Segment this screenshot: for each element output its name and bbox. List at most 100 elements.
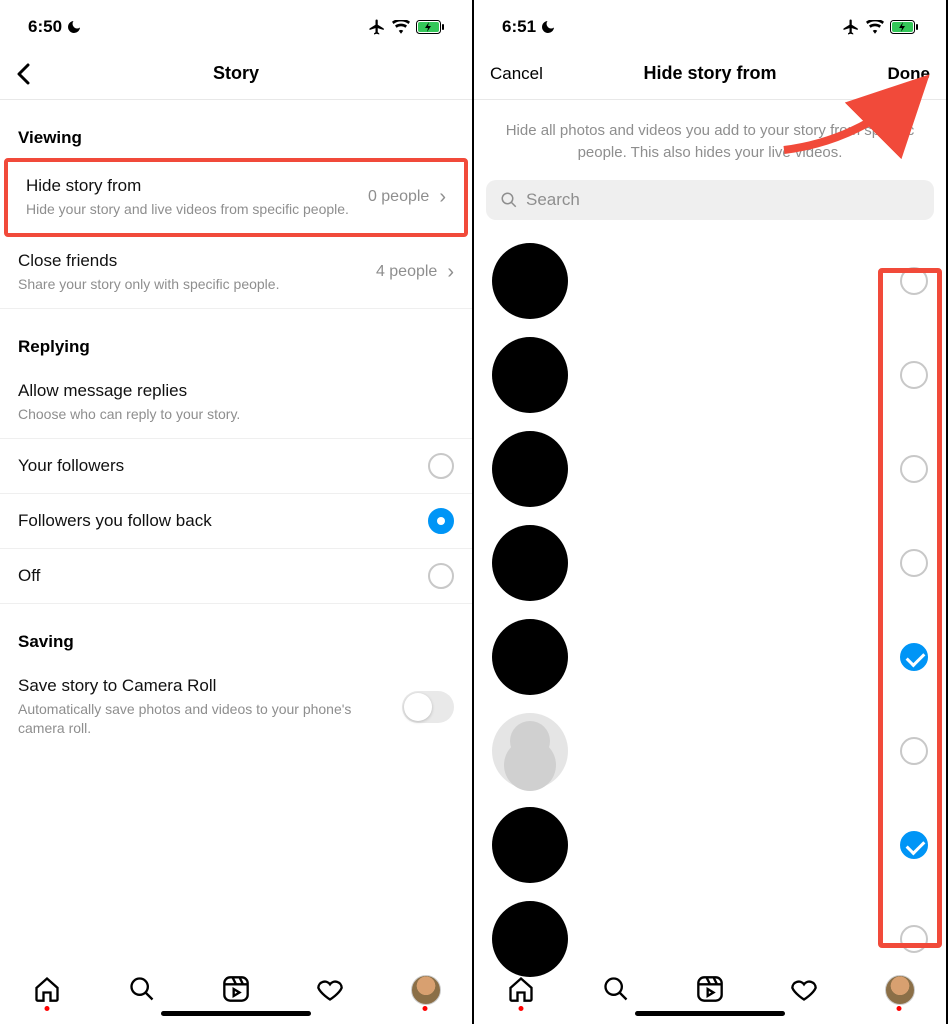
wifi-icon [392, 20, 410, 34]
nav-header: Story [0, 48, 472, 100]
section-saving-heading: Saving [0, 604, 472, 662]
battery-icon [890, 20, 918, 34]
allow-replies-title: Allow message replies [18, 381, 454, 401]
allow-replies-row: Allow message replies Choose who can rep… [0, 367, 472, 439]
checkbox-icon[interactable] [900, 831, 928, 859]
user-row[interactable] [474, 798, 946, 892]
status-icons [368, 18, 444, 36]
tab-activity[interactable] [790, 975, 818, 1003]
tab-profile[interactable] [885, 975, 913, 1003]
wifi-icon [866, 20, 884, 34]
reply-option-off[interactable]: Off [0, 549, 472, 604]
avatar [492, 431, 568, 507]
checkbox-icon[interactable] [900, 549, 928, 577]
avatar [492, 807, 568, 883]
profile-avatar-icon [885, 975, 915, 1005]
clock-text: 6:51 [502, 17, 536, 37]
status-time: 6:50 [28, 17, 82, 37]
user-row[interactable] [474, 328, 946, 422]
description-text: Hide all photos and videos you add to yo… [474, 100, 946, 180]
hide-story-from-row[interactable]: Hide story from Hide your story and live… [8, 162, 464, 233]
chevron-right-icon: › [447, 261, 454, 284]
status-bar: 6:51 [474, 0, 946, 48]
tab-home[interactable] [507, 975, 535, 1003]
highlight-box: Hide story from Hide your story and live… [4, 158, 468, 237]
checkbox-icon[interactable] [900, 643, 928, 671]
tab-home[interactable] [33, 975, 61, 1003]
notification-dot [45, 1006, 50, 1011]
avatar [492, 619, 568, 695]
status-time: 6:51 [502, 17, 556, 37]
status-bar: 6:50 [0, 0, 472, 48]
allow-replies-sub: Choose who can reply to your story. [18, 405, 454, 424]
moon-icon [66, 19, 82, 35]
checkbox-icon[interactable] [900, 737, 928, 765]
hide-story-value: 0 people [368, 188, 429, 206]
notification-dot [896, 1006, 901, 1011]
close-friends-title: Close friends [18, 251, 366, 271]
notification-dot [422, 1006, 427, 1011]
search-input[interactable]: Search [486, 180, 934, 220]
home-indicator [161, 1011, 311, 1016]
user-row[interactable] [474, 422, 946, 516]
reply-option-follow-back[interactable]: Followers you follow back [0, 494, 472, 549]
checkbox-icon[interactable] [900, 455, 928, 483]
chevron-right-icon: › [439, 186, 446, 209]
battery-icon [416, 20, 444, 34]
search-placeholder: Search [526, 190, 580, 210]
hide-story-from-screen: 6:51 Cancel Hide story from Done Hide al… [474, 0, 948, 1024]
save-sub: Automatically save photos and videos to … [18, 700, 392, 738]
search-icon [500, 191, 518, 209]
back-button[interactable] [16, 63, 76, 85]
close-friends-row[interactable]: Close friends Share your story only with… [0, 237, 472, 309]
tab-bar [0, 944, 472, 1024]
cancel-button[interactable]: Cancel [490, 64, 550, 84]
moon-icon [540, 19, 556, 35]
save-title: Save story to Camera Roll [18, 676, 392, 696]
avatar [492, 243, 568, 319]
status-icons [842, 18, 918, 36]
tab-search[interactable] [128, 975, 156, 1003]
close-friends-sub: Share your story only with specific peop… [18, 275, 366, 294]
airplane-icon [368, 18, 386, 36]
toggle-switch[interactable] [402, 691, 454, 723]
radio-icon [428, 563, 454, 589]
checkbox-icon[interactable] [900, 267, 928, 295]
tab-activity[interactable] [316, 975, 344, 1003]
home-indicator [635, 1011, 785, 1016]
user-row[interactable] [474, 516, 946, 610]
clock-text: 6:50 [28, 17, 62, 37]
reply-opt3-label: Off [18, 566, 40, 586]
close-friends-value: 4 people [376, 263, 437, 281]
tab-reels[interactable] [696, 975, 724, 1003]
tab-reels[interactable] [222, 975, 250, 1003]
airplane-icon [842, 18, 860, 36]
tab-search[interactable] [602, 975, 630, 1003]
user-list [474, 234, 946, 986]
done-button[interactable]: Done [870, 64, 930, 84]
hide-story-sub: Hide your story and live videos from spe… [26, 200, 358, 219]
user-row[interactable] [474, 704, 946, 798]
hide-story-title: Hide story from [26, 176, 358, 196]
radio-icon [428, 508, 454, 534]
user-row[interactable] [474, 610, 946, 704]
checkbox-icon[interactable] [900, 361, 928, 389]
section-replying-heading: Replying [0, 309, 472, 367]
page-title: Story [76, 63, 396, 84]
page-title: Hide story from [550, 63, 870, 84]
radio-icon [428, 453, 454, 479]
nav-header: Cancel Hide story from Done [474, 48, 946, 100]
avatar [492, 713, 568, 789]
profile-avatar-icon [411, 975, 441, 1005]
section-viewing-heading: Viewing [0, 100, 472, 158]
save-camera-roll-row[interactable]: Save story to Camera Roll Automatically … [0, 662, 472, 752]
story-settings-screen: 6:50 Story Viewing Hide story from Hide … [0, 0, 474, 1024]
tab-profile[interactable] [411, 975, 439, 1003]
reply-option-followers[interactable]: Your followers [0, 439, 472, 494]
avatar [492, 337, 568, 413]
user-row[interactable] [474, 234, 946, 328]
tab-bar [474, 944, 946, 1024]
reply-opt1-label: Your followers [18, 456, 124, 476]
reply-opt2-label: Followers you follow back [18, 511, 212, 531]
notification-dot [519, 1006, 524, 1011]
